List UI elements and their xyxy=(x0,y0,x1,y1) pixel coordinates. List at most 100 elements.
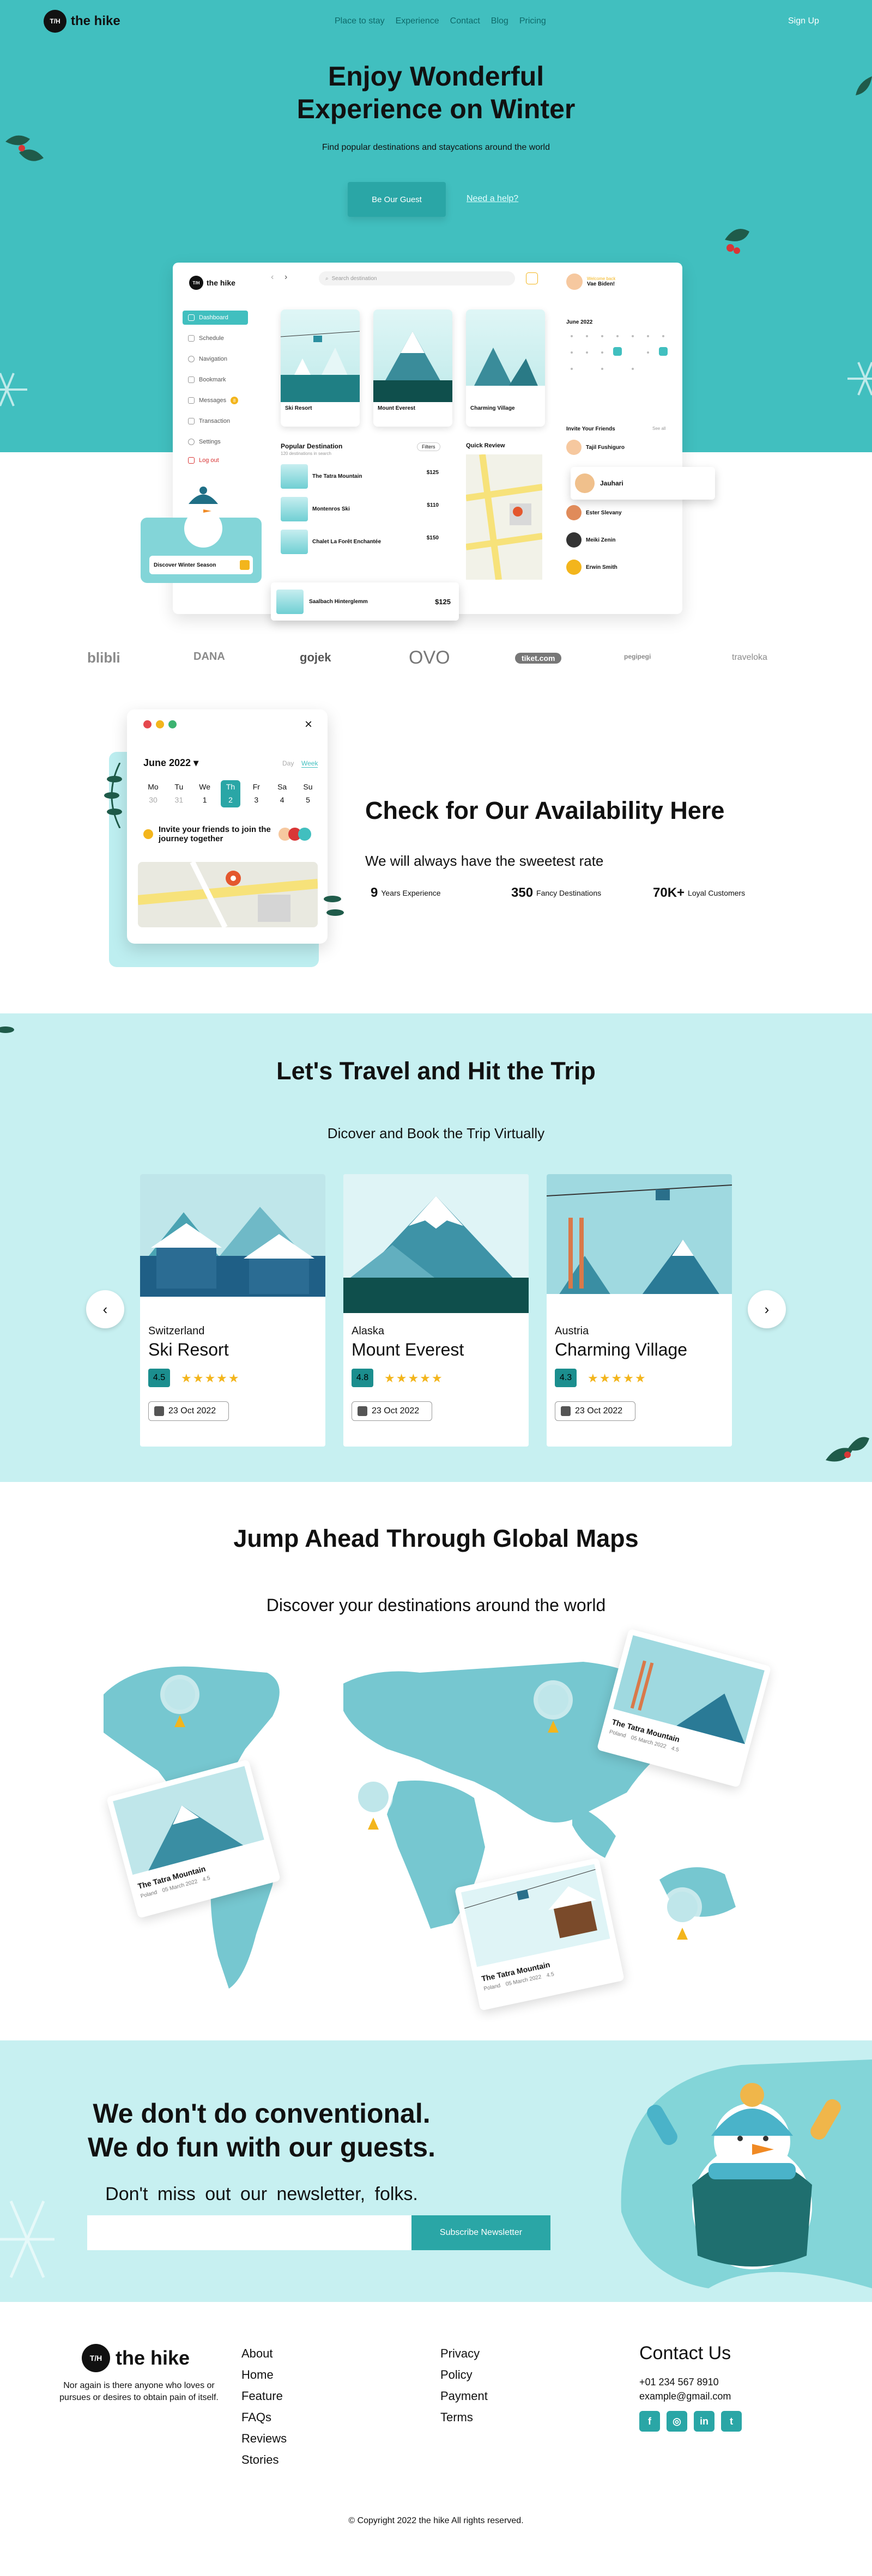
day-name: We xyxy=(199,782,211,791)
winter-season-label: Discover Winter Season xyxy=(149,556,253,574)
day-cell[interactable]: Mo 30 xyxy=(143,780,163,807)
trip-date-label: 23 Oct 2022 xyxy=(168,1406,216,1415)
back-arrow-icon[interactable]: ‹ xyxy=(271,272,274,282)
popular-row[interactable]: Montenros Ski $110 xyxy=(281,497,447,524)
day-number: 5 xyxy=(306,795,310,804)
friend-item[interactable]: Ester Slevany xyxy=(566,505,622,520)
map-pin[interactable] xyxy=(352,1775,395,1835)
day-cell[interactable]: Sa 4 xyxy=(272,780,292,807)
user-name: Vae Biden! xyxy=(587,281,615,287)
invite-row[interactable]: Invite your friends to join the journey … xyxy=(143,825,318,843)
day-cell[interactable]: Su 5 xyxy=(298,780,318,807)
newsletter-email-input[interactable] xyxy=(87,2215,411,2250)
twitter-icon[interactable]: t xyxy=(721,2411,742,2432)
friend-item[interactable]: Erwin Smith xyxy=(566,560,617,575)
nav-link-pricing[interactable]: Pricing xyxy=(519,16,546,26)
friend-item[interactable]: Tajil Fushiguro xyxy=(566,440,625,455)
sidebar-item-dashboard[interactable]: Dashboard xyxy=(183,311,248,325)
close-dot-icon[interactable] xyxy=(143,720,152,728)
sidebar-item-settings[interactable]: Settings xyxy=(183,435,248,449)
see-all-link[interactable]: See all xyxy=(652,426,665,431)
next-arrow-button[interactable]: › xyxy=(748,1290,786,1328)
close-icon[interactable]: × xyxy=(305,717,312,732)
sidebar-item-schedule[interactable]: Schedule xyxy=(183,331,248,345)
popular-row[interactable]: Chalet La Forêt Enchantée $150 xyxy=(281,530,447,557)
sidebar-item-messages[interactable]: Messages 8 xyxy=(183,393,248,408)
contact-phone[interactable]: +01 234 567 8910 xyxy=(639,2375,742,2389)
dashboard-search-input[interactable]: ⌕ Search destination xyxy=(319,271,515,285)
trip-card[interactable]: Austria Charming Village 4.3 ★★★★★ 23 Oc… xyxy=(547,1174,732,1447)
need-help-link[interactable]: Need a help? xyxy=(467,194,518,204)
trip-date[interactable]: 23 Oct 2022 xyxy=(148,1401,229,1421)
trip-name: Charming Village xyxy=(555,1340,688,1359)
day-cell-selected[interactable]: Th 2 xyxy=(220,780,240,807)
winter-season-card[interactable]: Discover Winter Season xyxy=(141,487,262,583)
maximize-dot-icon[interactable] xyxy=(168,720,177,728)
minimize-dot-icon[interactable] xyxy=(156,720,164,728)
dashboard-logo-text: the hike xyxy=(207,278,235,287)
tab-day[interactable]: Day xyxy=(282,760,294,767)
filters-button[interactable]: Filters xyxy=(417,442,440,451)
footer-link-faqs[interactable]: FAQs xyxy=(241,2407,287,2428)
widget-month[interactable]: June 2022 ▾ xyxy=(143,757,198,769)
contact-email[interactable]: example@gmail.com xyxy=(639,2389,742,2403)
footer-link-privacy[interactable]: Privacy xyxy=(440,2343,488,2364)
brand-logo[interactable]: T/H the hike xyxy=(44,10,120,33)
footer-link-terms[interactable]: Terms xyxy=(440,2407,488,2428)
footer-link-reviews[interactable]: Reviews xyxy=(241,2428,287,2449)
sidebar-item-logout[interactable]: Log out xyxy=(183,453,248,467)
subscribe-button[interactable]: Subscribe Newsletter xyxy=(411,2215,550,2250)
nav-link-blog[interactable]: Blog xyxy=(491,16,508,26)
tab-week[interactable]: Week xyxy=(301,760,318,768)
friend-item[interactable]: Meiki Zenin xyxy=(566,532,615,548)
prev-arrow-button[interactable]: ‹ xyxy=(86,1290,124,1328)
map-pin[interactable] xyxy=(158,1673,202,1733)
day-cell[interactable]: Fr 3 xyxy=(246,780,266,807)
destination-card[interactable]: Mount Everest xyxy=(373,309,452,427)
window-controls xyxy=(143,720,177,728)
partner-logo-ovo: OVO xyxy=(409,647,450,668)
bell-icon[interactable] xyxy=(526,272,538,284)
footer-link-about[interactable]: About xyxy=(241,2343,287,2364)
facebook-icon[interactable]: f xyxy=(639,2411,660,2432)
sidebar-item-navigation[interactable]: Navigation xyxy=(183,352,248,366)
card-title: Mount Everest xyxy=(378,405,415,411)
nav-link-place-to-stay[interactable]: Place to stay xyxy=(335,16,385,26)
trip-date[interactable]: 23 Oct 2022 xyxy=(555,1401,635,1421)
day-cell[interactable]: Tu 31 xyxy=(169,780,189,807)
popular-row-highlight[interactable]: Saalbach Hinterglemm $125 xyxy=(271,582,459,621)
be-our-guest-button[interactable]: Be Our Guest xyxy=(348,182,446,217)
linkedin-icon[interactable]: in xyxy=(694,2411,714,2432)
mini-calendar[interactable] xyxy=(566,331,670,385)
nav-link-contact[interactable]: Contact xyxy=(450,16,480,26)
map-preview[interactable] xyxy=(465,454,543,580)
map-pin[interactable] xyxy=(661,1885,704,1945)
footer-link-feature[interactable]: Feature xyxy=(241,2385,287,2407)
sidebar-item-transaction[interactable]: Transaction xyxy=(183,414,248,428)
availability-map[interactable] xyxy=(138,862,318,927)
footer-link-home[interactable]: Home xyxy=(241,2364,287,2385)
instagram-icon[interactable]: ◎ xyxy=(667,2411,687,2432)
trip-card[interactable]: Alaska Mount Everest 4.8 ★★★★★ 23 Oct 20… xyxy=(343,1174,529,1447)
map-pin[interactable] xyxy=(531,1678,575,1738)
trip-date[interactable]: 23 Oct 2022 xyxy=(352,1401,432,1421)
friend-item-highlight[interactable]: Jauhari xyxy=(571,467,715,500)
nav-link-experience[interactable]: Experience xyxy=(396,16,439,26)
footer-link-policy[interactable]: Policy xyxy=(440,2364,488,2385)
partner-logo-blibli: blibli xyxy=(87,649,120,666)
arrow-icon[interactable] xyxy=(240,560,250,570)
day-cell[interactable]: We 1 xyxy=(195,780,215,807)
popular-row[interactable]: The Tatra Mountain $125 xyxy=(281,464,447,491)
popular-price: $150 xyxy=(426,535,439,541)
forward-arrow-icon[interactable]: › xyxy=(284,272,287,282)
sidebar-item-bookmark[interactable]: Bookmark xyxy=(183,373,248,387)
trip-card[interactable]: Switzerland Ski Resort 4.5 ★★★★★ 23 Oct … xyxy=(140,1174,325,1447)
destination-card[interactable]: Ski Resort xyxy=(281,309,360,427)
footer-link-stories[interactable]: Stories xyxy=(241,2449,287,2470)
footer-logo[interactable]: T/H the hike xyxy=(82,2344,190,2372)
footer-link-payment[interactable]: Payment xyxy=(440,2385,488,2407)
destination-card[interactable]: Charming Village xyxy=(466,309,545,427)
user-profile[interactable]: Welcome back Vae Biden! xyxy=(566,274,615,290)
signup-link[interactable]: Sign Up xyxy=(788,16,819,26)
card-title: Charming Village xyxy=(470,405,515,411)
